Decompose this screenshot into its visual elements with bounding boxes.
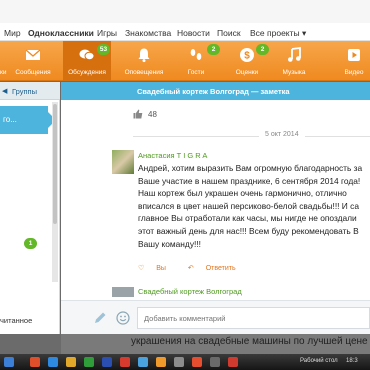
main-toolbar: ки Сообщения 53 Обсуждения Оповещения 2 … (0, 41, 370, 81)
nav-item-dating[interactable]: Знакомства (125, 28, 171, 38)
app-icon[interactable] (228, 357, 238, 367)
nav-item-all-projects[interactable]: Все проекты ▾ (250, 28, 306, 39)
taskbar: Рабочий стол 18:3 (0, 354, 370, 370)
unread-badge: 1 (24, 238, 37, 249)
like-icon: ♡ (138, 265, 147, 272)
smiley-icon[interactable] (116, 311, 130, 325)
avatar[interactable] (112, 150, 134, 174)
collapse-arrow-icon[interactable]: ◀ (2, 87, 7, 95)
app-icon[interactable] (84, 357, 94, 367)
app-icon[interactable] (156, 357, 166, 367)
envelope-icon (25, 49, 41, 60)
skype-icon[interactable] (138, 357, 148, 367)
discussion-panel: Свадебный кортеж Волгоград — заметка 48 … (61, 82, 370, 334)
app-icon[interactable] (120, 357, 130, 367)
svg-text:$: $ (244, 51, 250, 62)
thumbs-up-icon (133, 109, 143, 119)
left-scrollbar-thumb[interactable] (53, 104, 57, 224)
left-scrollbar[interactable] (52, 102, 58, 282)
groups-tab[interactable]: ◀ Группы (0, 82, 60, 100)
message-author[interactable]: Свадебный кортеж Волгоград (138, 287, 242, 296)
ratings-icon: $ (240, 48, 254, 62)
top-nav: Мир Одноклассники Игры Знакомства Новост… (0, 23, 370, 41)
pencil-icon[interactable] (93, 311, 107, 325)
app-icon[interactable] (192, 357, 202, 367)
date-label: 5 окт 2014 (259, 131, 305, 138)
message-text: Андрей, хотим выразить Вам огромную благ… (138, 163, 363, 249)
browser-strip (0, 0, 370, 23)
bell-icon (138, 48, 150, 63)
ratings-badge: 2 (256, 44, 269, 55)
avatar[interactable] (112, 287, 134, 297)
video-icon (348, 49, 360, 61)
comment-input[interactable] (137, 307, 370, 329)
guests-badge: 2 (207, 44, 220, 55)
left-panel: ◀ Группы го... 1 читанное (0, 82, 60, 334)
ie-icon[interactable] (48, 357, 58, 367)
reply-action[interactable]: ↶ Ответить (188, 265, 246, 272)
discussion-header: Свадебный кортеж Волгоград — заметка (61, 82, 370, 100)
tool-messages[interactable]: Сообщения (10, 41, 56, 81)
tool-guests[interactable]: 2 Гости (174, 41, 220, 81)
nav-item-mir[interactable]: Мир (4, 28, 21, 38)
message-author[interactable]: Анастасия T I G R A (138, 151, 207, 160)
selected-discussion[interactable]: го... (0, 106, 56, 134)
discussion-title[interactable]: Свадебный кортеж Волгоград — заметка (137, 87, 290, 96)
compose-bar (61, 300, 370, 334)
music-note-icon (288, 47, 301, 62)
tool-ratings[interactable]: $ 2 Оценки (227, 41, 269, 81)
discussions-icon (79, 49, 95, 61)
app-icon[interactable] (174, 357, 184, 367)
nav-item-games[interactable]: Игры (97, 28, 117, 38)
folder-icon[interactable] (66, 357, 76, 367)
background-ad: украшения на свадебные машины по лучшей … (61, 334, 370, 354)
opera-icon[interactable] (30, 357, 40, 367)
tool-discussions[interactable]: 53 Обсуждения (63, 41, 111, 81)
desktop-label[interactable]: Рабочий стол (300, 358, 338, 364)
nav-item-news[interactable]: Новости (177, 28, 210, 38)
discussions-badge: 53 (97, 44, 110, 55)
date-divider (133, 136, 370, 137)
message-actions: ♡ Вы ↶ Ответить (138, 264, 256, 272)
tool-video[interactable]: Видео (338, 41, 370, 81)
nav-item-search[interactable]: Поиск (217, 28, 241, 38)
tool-music[interactable]: Музыка (274, 41, 314, 81)
like-action[interactable]: ♡ Вы (138, 265, 176, 272)
start-icon[interactable] (4, 357, 14, 367)
unread-filter[interactable]: читанное (0, 316, 32, 325)
screen: Мир Одноклассники Игры Знакомства Новост… (0, 0, 370, 370)
nav-item-odnoklassniki[interactable]: Одноклассники (28, 28, 94, 38)
word-icon[interactable] (102, 357, 112, 367)
reply-arrow-icon: ↶ (187, 265, 196, 272)
tool-notifications[interactable]: Оповещения (119, 41, 169, 81)
footprints-icon (190, 49, 202, 60)
clock: 18:3 (346, 358, 358, 364)
app-icon[interactable] (210, 357, 220, 367)
